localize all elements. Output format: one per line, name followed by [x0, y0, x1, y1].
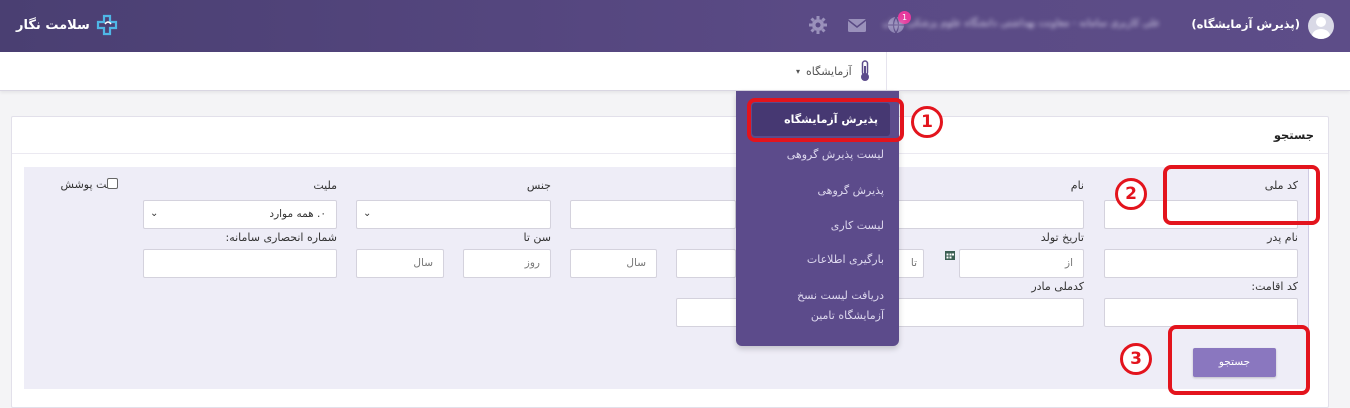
- residence-code-input[interactable]: [1104, 298, 1298, 327]
- age-year-input[interactable]: سال: [570, 249, 657, 278]
- thermometer-icon: [860, 60, 869, 81]
- menu-item-prescription-list[interactable]: دریافت لیست نسخ آزمایشگاه تامین: [797, 286, 884, 326]
- step-marker-3: 3: [1120, 343, 1152, 375]
- age-from-input[interactable]: [676, 249, 736, 278]
- prescription-list-line1: دریافت لیست نسخ: [797, 289, 884, 302]
- top-header: سلامت نگار 1 علی کاربری سامانه - معاونت …: [0, 0, 1350, 52]
- panel-title: جستجو: [1273, 128, 1314, 142]
- birth-to-placeholder: تا: [910, 257, 917, 269]
- logo-icon: [96, 14, 117, 36]
- highlight-box-2: [1163, 165, 1320, 225]
- app-logo[interactable]: سلامت نگار: [16, 14, 118, 36]
- insured-checkbox[interactable]: [107, 178, 118, 189]
- birth-from-placeholder: از: [1065, 257, 1073, 269]
- chevron-down-icon: ⌄: [150, 208, 159, 219]
- settings-icon[interactable]: [807, 14, 829, 36]
- mother-code-label: کدملی مادر: [1031, 280, 1084, 293]
- app-name: سلامت نگار: [16, 17, 90, 33]
- exclusive-id-input[interactable]: [143, 249, 337, 278]
- gender-select[interactable]: ⌄: [356, 200, 551, 229]
- panel-divider: [12, 153, 1328, 154]
- name-input[interactable]: [890, 200, 1084, 229]
- father-name-input[interactable]: [1104, 249, 1298, 278]
- menu-item-work-list[interactable]: لیست کاری: [831, 216, 884, 236]
- chevron-down-icon: ⌄: [363, 208, 372, 219]
- exclusive-id-label: شماره انحصاری سامانه:: [225, 231, 337, 244]
- nationality-value: ۰. همه موارد: [269, 208, 326, 220]
- age-day-placeholder: روز: [524, 257, 540, 269]
- birth-date-to-input[interactable]: تا: [896, 249, 924, 278]
- father-name-label: نام پدر: [1267, 231, 1298, 244]
- name-label: نام: [1070, 179, 1084, 192]
- residence-code-label: کد اقامت:: [1251, 280, 1298, 293]
- birth-date-label: تاریخ تولد: [1040, 231, 1084, 244]
- subnav-divider: [886, 52, 887, 90]
- calendar-icon[interactable]: [944, 249, 956, 261]
- age-to-label: سن تا: [523, 231, 552, 244]
- birth-date-from-input[interactable]: از: [959, 249, 1084, 278]
- age-year2-input[interactable]: سال: [356, 249, 444, 278]
- menu-item-data-upload[interactable]: بارگیری اطلاعات: [807, 250, 884, 270]
- age-year2-placeholder: سال: [413, 257, 433, 269]
- user-name: علی کاربری سامانه - معاونت بهداشتی دانشگ…: [882, 18, 1161, 29]
- user-role: (پذیرش آزمایشگاه): [1191, 17, 1300, 31]
- nationality-select[interactable]: ۰. همه موارد ⌄: [143, 200, 337, 229]
- mail-icon[interactable]: [846, 14, 868, 36]
- age-year-placeholder: سال: [626, 257, 646, 269]
- highlight-box-3: [1168, 325, 1310, 395]
- laboratory-menu-label: آزمایشگاه: [806, 64, 852, 78]
- family-name-input[interactable]: [570, 200, 736, 229]
- step-marker-1: 1: [911, 106, 943, 138]
- highlight-box-1: [747, 98, 904, 142]
- sub-navigation: ▾ آزمایشگاه: [0, 52, 1350, 91]
- age-day-input[interactable]: روز: [463, 249, 551, 278]
- menu-item-group-reception[interactable]: پذیرش گروهی: [818, 181, 884, 201]
- step-marker-2: 2: [1115, 178, 1147, 210]
- nationality-label: ملیت: [313, 179, 337, 192]
- laboratory-menu[interactable]: ▾ آزمایشگاه: [796, 60, 872, 82]
- avatar-icon[interactable]: [1308, 13, 1334, 39]
- subnav-left: [0, 52, 886, 90]
- gender-label: جنس: [526, 179, 551, 192]
- chevron-down-icon: ▾: [796, 66, 801, 76]
- menu-item-group-reception-list[interactable]: لیست پذیرش گروهی: [787, 145, 884, 165]
- prescription-list-line2: آزمایشگاه تامین: [810, 309, 884, 322]
